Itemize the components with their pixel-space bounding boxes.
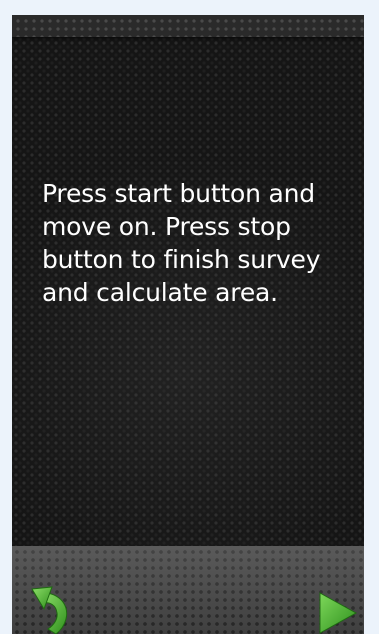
app-screen: Press start button and move on. Press st… xyxy=(12,15,364,634)
curved-arrow-back-icon xyxy=(31,586,68,634)
top-status-strip xyxy=(12,15,364,37)
back-button[interactable] xyxy=(30,585,76,634)
page-frame: Press start button and move on. Press st… xyxy=(0,0,379,634)
bottom-navigation-bar xyxy=(12,546,364,634)
next-button[interactable] xyxy=(318,591,358,634)
play-arrow-icon xyxy=(319,592,358,634)
survey-instructions-text: Press start button and move on. Press st… xyxy=(42,179,321,307)
